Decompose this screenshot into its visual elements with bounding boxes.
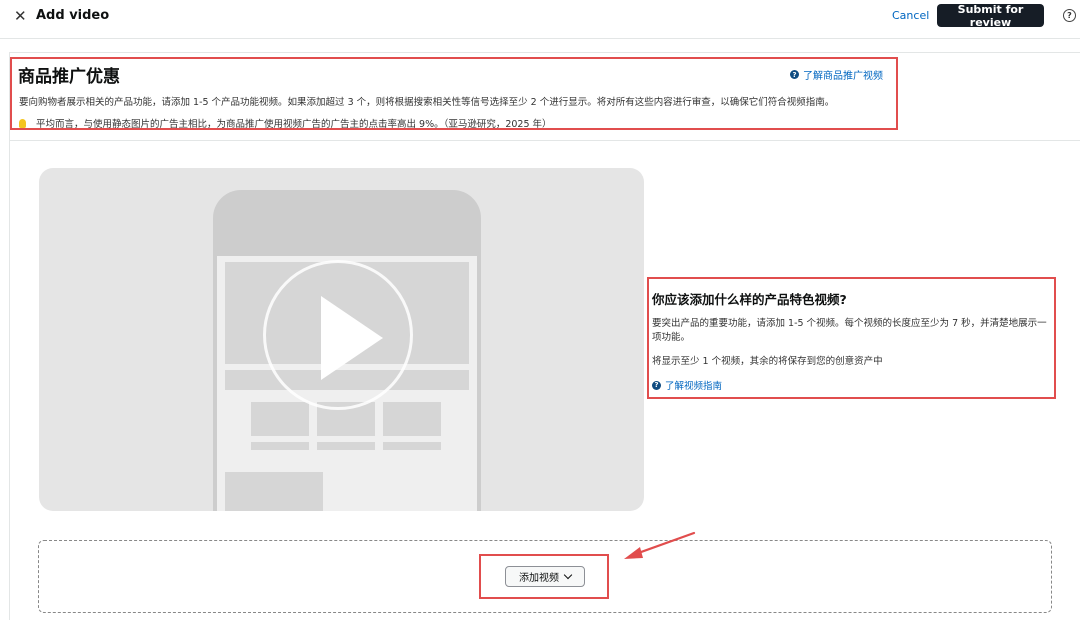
cancel-button[interactable]: Cancel	[892, 9, 929, 22]
learn-promo-videos-link[interactable]: ? 了解商品推广视频	[790, 67, 883, 82]
screen-block	[225, 472, 323, 511]
question-icon: ?	[652, 380, 661, 390]
page-title: Add video	[36, 8, 110, 23]
add-video-button[interactable]: 添加视频	[505, 566, 585, 587]
add-video-label: 添加视频	[519, 573, 559, 584]
caption-block	[383, 442, 441, 450]
info-title: 你应该添加什么样的产品特色视频?	[652, 292, 847, 307]
caption-block	[251, 442, 309, 450]
lightbulb-icon	[19, 118, 26, 128]
section-divider	[10, 140, 1080, 141]
annotation-arrow-icon	[624, 531, 696, 559]
play-icon	[321, 296, 383, 380]
promo-tip-text: 平均而言，与使用静态图片的广告主相比，为商品推广使用视频广告的广告主的点击率高出…	[36, 119, 552, 130]
question-icon: ?	[790, 70, 799, 79]
close-icon[interactable]: ✕	[14, 7, 27, 25]
caption-block	[317, 442, 375, 450]
promo-tip: 平均而言，与使用静态图片的广告主相比，为商品推广使用视频广告的广告主的点击率高出…	[19, 116, 552, 130]
info-note: 将显示至少 1 个视频，其余的将保存到您的创意资产中	[652, 356, 883, 367]
help-icon[interactable]: ?	[1063, 9, 1076, 22]
top-bar: ✕ Add video Cancel Submit for review ?	[0, 0, 1080, 39]
learn-promo-videos-label[interactable]: 了解商品推广视频	[803, 67, 883, 82]
thumbnail-block	[251, 402, 309, 436]
thumbnail-block	[383, 402, 441, 436]
promo-title: 商品推广优惠	[18, 67, 120, 87]
submit-for-review-button[interactable]: Submit for review	[937, 3, 1044, 29]
chevron-down-icon	[563, 570, 573, 580]
learn-video-guidelines-link[interactable]: ? 了解视频指南	[652, 378, 722, 392]
info-description: 要突出产品的重要功能，请添加 1-5 个视频。每个视频的长度应至少为 7 秒，并…	[652, 318, 1047, 343]
video-placeholder-illustration	[39, 168, 644, 511]
learn-video-guidelines-label[interactable]: 了解视频指南	[665, 378, 722, 392]
promo-description: 要向购物者展示相关的产品功能，请添加 1-5 个产品功能视频。如果添加超过 3 …	[19, 97, 835, 108]
